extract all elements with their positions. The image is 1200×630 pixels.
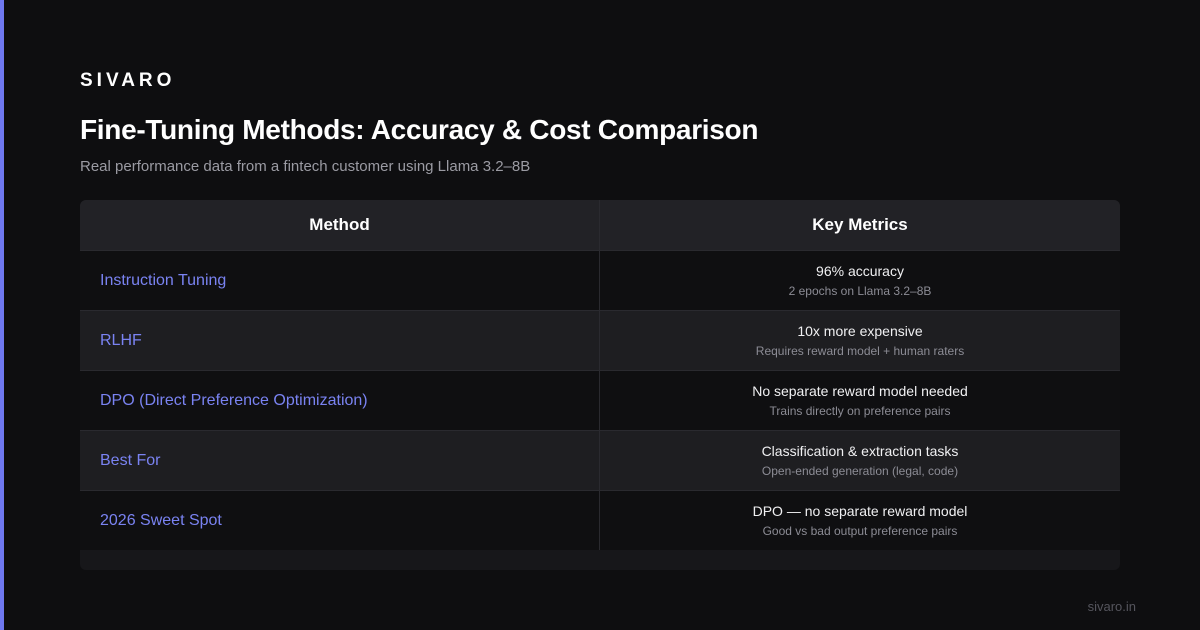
comparison-table: Method Key Metrics Instruction Tuning 96…	[80, 200, 1120, 570]
metric-detail: Good vs bad output preference pairs	[762, 523, 958, 538]
metric-detail: Requires reward model + human raters	[755, 343, 965, 358]
metric-detail: 2 epochs on Llama 3.2–8B	[788, 283, 932, 298]
table-header-row: Method Key Metrics	[80, 200, 1120, 250]
metrics-cell: DPO — no separate reward model Good vs b…	[600, 491, 1120, 550]
brand-logo: SIVARO	[80, 70, 176, 91]
footer-url: sivaro.in	[1087, 599, 1136, 614]
page-subtitle: Real performance data from a fintech cus…	[80, 158, 531, 175]
table-row: 2026 Sweet Spot DPO — no separate reward…	[80, 490, 1120, 550]
accent-bar	[0, 0, 4, 630]
method-cell: Best For	[80, 431, 600, 490]
method-cell: Instruction Tuning	[80, 251, 600, 310]
metric-value: No separate reward model needed	[752, 382, 968, 399]
metric-value: 10x more expensive	[797, 322, 923, 339]
metric-value: 96% accuracy	[816, 262, 904, 279]
metrics-cell: Classification & extraction tasks Open-e…	[600, 431, 1120, 490]
column-header-method: Method	[80, 200, 600, 250]
table-row: RLHF 10x more expensive Requires reward …	[80, 310, 1120, 370]
metric-detail: Trains directly on preference pairs	[769, 403, 951, 418]
metrics-cell: 96% accuracy 2 epochs on Llama 3.2–8B	[600, 251, 1120, 310]
metric-value: DPO — no separate reward model	[752, 502, 968, 519]
metric-detail: Open-ended generation (legal, code)	[761, 463, 959, 478]
metrics-cell: No separate reward model needed Trains d…	[600, 371, 1120, 430]
table-row: DPO (Direct Preference Optimization) No …	[80, 370, 1120, 430]
column-header-key-metrics: Key Metrics	[812, 215, 908, 234]
metric-value: Classification & extraction tasks	[761, 442, 959, 459]
table-row: Instruction Tuning 96% accuracy 2 epochs…	[80, 250, 1120, 310]
metrics-cell: 10x more expensive Requires reward model…	[600, 311, 1120, 370]
method-cell: RLHF	[80, 311, 600, 370]
method-cell: 2026 Sweet Spot	[80, 491, 600, 550]
page-title: Fine-Tuning Methods: Accuracy & Cost Com…	[80, 114, 759, 145]
table-row: Best For Classification & extraction tas…	[80, 430, 1120, 490]
method-cell: DPO (Direct Preference Optimization)	[80, 371, 600, 430]
